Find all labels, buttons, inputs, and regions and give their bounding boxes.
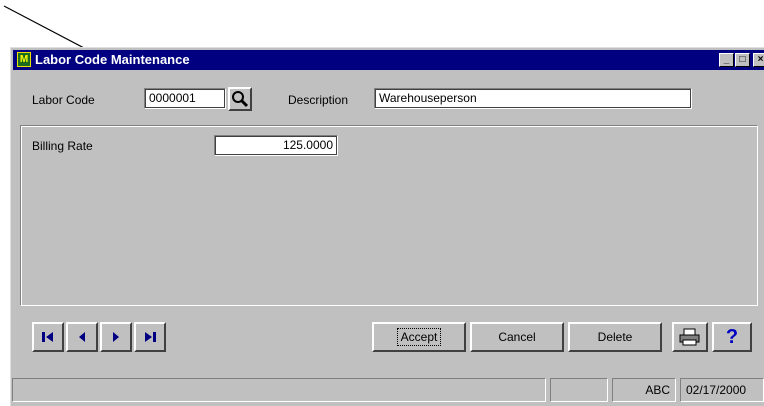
previous-record-button[interactable] — [66, 322, 98, 352]
previous-record-icon — [79, 332, 85, 342]
billing-rate-input[interactable]: 125.0000 — [214, 135, 338, 156]
first-record-button[interactable] — [32, 322, 64, 352]
status-bar: ABC 02/17/2000 — [12, 378, 764, 404]
first-record-icon — [42, 332, 53, 342]
window-title: Labor Code Maintenance — [35, 52, 190, 67]
close-button[interactable]: × — [753, 53, 764, 67]
print-button[interactable] — [672, 322, 708, 352]
last-record-button[interactable] — [134, 322, 166, 352]
description-input[interactable]: Warehouseperson — [374, 88, 692, 109]
delete-button[interactable]: Delete — [568, 322, 662, 352]
billing-rate-label: Billing Rate — [32, 139, 93, 153]
search-icon — [232, 91, 249, 108]
status-cell-empty — [550, 378, 608, 402]
cancel-button[interactable]: Cancel — [470, 322, 564, 352]
details-panel — [20, 125, 758, 306]
status-message — [12, 378, 546, 402]
status-date: 02/17/2000 — [680, 378, 764, 402]
next-record-icon — [113, 332, 119, 342]
last-record-icon — [145, 332, 156, 342]
help-icon: ? — [725, 325, 739, 348]
labor-code-label: Labor Code — [32, 93, 95, 107]
cancel-button-label: Cancel — [498, 330, 536, 344]
help-button[interactable]: ? — [712, 322, 752, 352]
delete-button-label: Delete — [597, 330, 633, 344]
labor-code-input[interactable]: 0000001 — [144, 88, 226, 109]
app-icon[interactable]: M — [17, 52, 31, 67]
title-bar[interactable]: M Labor Code Maintenance _ □ × — [13, 50, 764, 70]
status-user: ABC — [612, 378, 676, 402]
printer-icon — [679, 328, 700, 346]
minimize-button[interactable]: _ — [719, 53, 734, 67]
lookup-button[interactable] — [228, 87, 252, 111]
description-label: Description — [288, 93, 349, 107]
accept-button[interactable]: Accept — [372, 322, 466, 352]
maximize-button[interactable]: □ — [735, 53, 750, 67]
next-record-button[interactable] — [100, 322, 132, 352]
accept-button-label: Accept — [396, 328, 442, 346]
